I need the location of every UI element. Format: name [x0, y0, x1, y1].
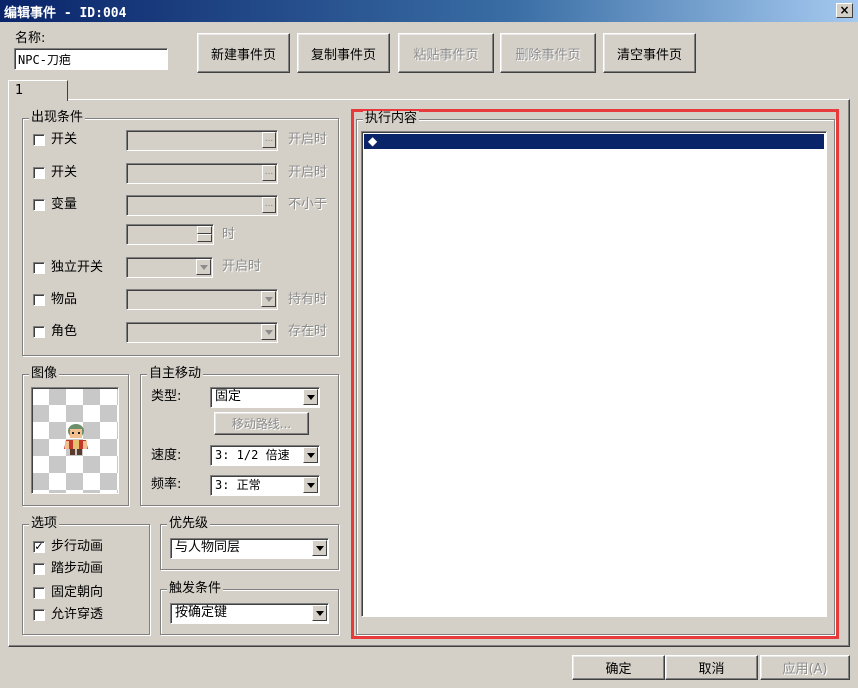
movement-title: 自主移动 [147, 366, 204, 382]
through-checkbox[interactable] [33, 609, 45, 621]
chevron-down-icon[interactable] [312, 540, 327, 556]
priority-dropdown[interactable]: 与人物同层 [170, 538, 329, 559]
cancel-button[interactable]: 取消 [665, 655, 758, 680]
actor-checkbox[interactable] [33, 326, 45, 338]
switch2-ellipsis-button[interactable]: ... [262, 165, 276, 181]
direction-fix-checkbox[interactable] [33, 587, 45, 599]
variable-select[interactable]: ... [126, 195, 278, 216]
step-anim-label: 踏步动画 [51, 561, 104, 576]
chevron-down-icon[interactable] [261, 291, 276, 307]
variable-value-suffix: 时 [222, 227, 236, 242]
switch2-suffix: 开启时 [288, 165, 328, 180]
paste-page-button[interactable]: 粘贴事件页 [398, 33, 494, 73]
move-frequency-label: 频率: [151, 477, 182, 492]
chevron-down-icon[interactable] [303, 477, 318, 493]
actor-dropdown[interactable] [126, 322, 278, 343]
chevron-down-icon[interactable] [196, 259, 211, 275]
walk-anim-checkbox[interactable]: ✓ [33, 541, 45, 553]
name-input[interactable]: NPC-刀疤 [14, 48, 168, 70]
trigger-dropdown[interactable]: 按确定键 [170, 603, 329, 624]
copy-page-button[interactable]: 复制事件页 [297, 33, 390, 73]
chevron-down-icon[interactable] [261, 324, 276, 340]
chevron-down-icon[interactable] [312, 605, 327, 621]
walk-anim-label: 步行动画 [51, 539, 104, 554]
apply-button[interactable]: 应用(A) [760, 655, 850, 680]
name-input-value: NPC-刀疤 [18, 53, 71, 67]
item-dropdown[interactable] [126, 289, 278, 310]
command-marker-icon: ◆ [368, 134, 378, 148]
close-button[interactable]: × [836, 3, 853, 18]
switch1-ellipsis-button[interactable]: ... [262, 132, 276, 148]
move-frequency-value: 3: 正常 [215, 478, 261, 492]
self-switch-dropdown[interactable] [126, 257, 213, 278]
graphic-preview[interactable] [31, 387, 119, 494]
switch1-suffix: 开启时 [288, 132, 328, 147]
through-label: 允许穿透 [51, 607, 104, 622]
item-checkbox[interactable] [33, 294, 45, 306]
close-icon: × [839, 3, 850, 17]
contents-line-selected[interactable]: ◆ [364, 134, 824, 149]
move-type-label: 类型: [151, 389, 182, 404]
contents-title: 执行内容 [363, 111, 420, 127]
graphic-title: 图像 [29, 366, 60, 382]
actor-label: 角色 [51, 324, 78, 339]
conditions-title: 出现条件 [29, 110, 86, 126]
move-speed-dropdown[interactable]: 3: 1/2 倍速 [210, 445, 320, 466]
switch2-select[interactable]: ... [126, 163, 278, 184]
contents-list[interactable]: ◆ [361, 131, 827, 617]
move-type-dropdown[interactable]: 固定 [210, 387, 320, 408]
switch1-checkbox[interactable] [33, 134, 45, 146]
variable-ellipsis-button[interactable]: ... [262, 197, 276, 213]
ok-button[interactable]: 确定 [572, 655, 665, 680]
trigger-title: 触发条件 [167, 581, 224, 597]
priority-title: 优先级 [167, 516, 211, 532]
tab-page-1[interactable]: 1 [8, 80, 68, 101]
move-speed-label: 速度: [151, 448, 182, 463]
switch2-checkbox[interactable] [33, 167, 45, 179]
new-page-button[interactable]: 新建事件页 [197, 33, 290, 73]
window-title: 编辑事件 - ID:004 [4, 5, 127, 21]
switch1-select[interactable]: ... [126, 130, 278, 151]
character-sprite-icon [64, 424, 88, 455]
spinner-arrows[interactable] [197, 226, 212, 243]
chevron-down-icon[interactable] [303, 447, 318, 463]
tab-page-1-label: 1 [15, 83, 24, 98]
move-type-value: 固定 [215, 389, 242, 404]
move-route-button[interactable]: 移动路线... [214, 412, 309, 435]
switch2-label: 开关 [51, 165, 78, 180]
variable-value-spinner[interactable] [126, 224, 214, 245]
direction-fix-label: 固定朝向 [51, 585, 104, 600]
check-icon: ✓ [34, 540, 44, 553]
trigger-value: 按确定键 [175, 605, 228, 620]
clear-page-button[interactable]: 清空事件页 [603, 33, 696, 73]
move-speed-value: 3: 1/2 倍速 [215, 448, 290, 462]
priority-value: 与人物同层 [175, 540, 241, 555]
self-switch-suffix: 开启时 [222, 259, 262, 274]
name-label: 名称: [15, 31, 46, 46]
variable-label: 变量 [51, 197, 78, 212]
move-frequency-dropdown[interactable]: 3: 正常 [210, 475, 320, 496]
delete-page-button[interactable]: 删除事件页 [500, 33, 596, 73]
item-label: 物品 [51, 292, 78, 307]
chevron-down-icon[interactable] [303, 389, 318, 405]
actor-suffix: 存在时 [288, 324, 328, 339]
switch1-label: 开关 [51, 132, 78, 147]
self-switch-checkbox[interactable] [33, 262, 45, 274]
window-titlebar: 编辑事件 - ID:004 [0, 0, 858, 22]
item-suffix: 持有时 [288, 292, 328, 307]
variable-suffix: 不小于 [288, 197, 328, 212]
variable-checkbox[interactable] [33, 199, 45, 211]
step-anim-checkbox[interactable] [33, 563, 45, 575]
self-switch-label: 独立开关 [51, 260, 104, 275]
options-title: 选项 [29, 516, 60, 532]
